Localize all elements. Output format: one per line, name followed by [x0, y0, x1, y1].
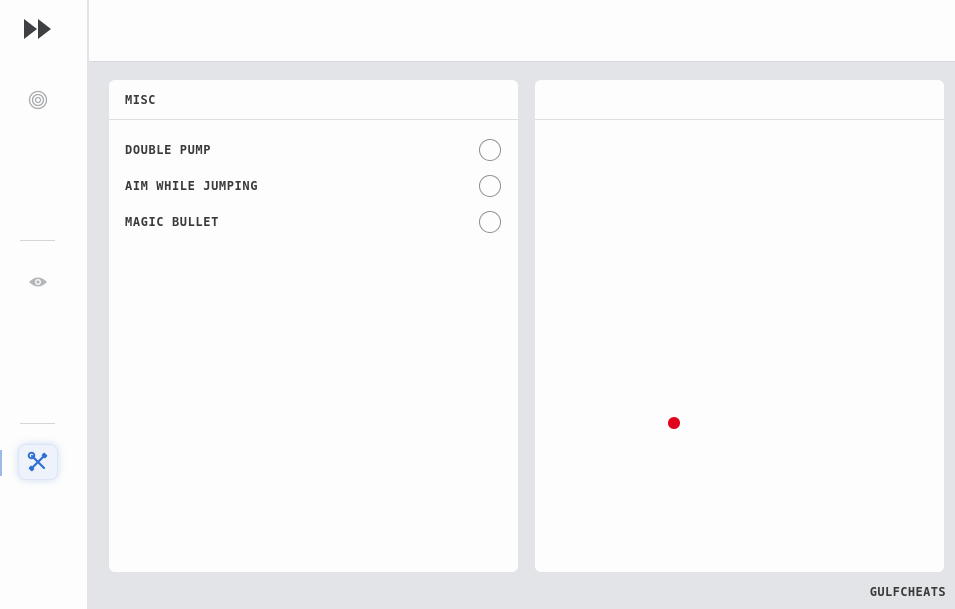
top-bar	[89, 0, 955, 62]
aim-while-jumping-toggle[interactable]	[479, 175, 501, 197]
preview-panel	[535, 80, 944, 572]
misc-tab-button[interactable]	[18, 444, 58, 480]
option-double-pump[interactable]: DOUBLE PUMP	[125, 138, 501, 162]
double-pump-toggle[interactable]	[479, 139, 501, 161]
aim-tab-button[interactable]	[18, 82, 58, 118]
eye-icon	[29, 277, 47, 287]
fast-forward-button[interactable]	[18, 11, 58, 47]
crosshair-dot	[668, 417, 680, 429]
misc-panel: MISC DOUBLE PUMP AIM WHILE JUMPING MAGIC…	[109, 80, 518, 572]
target-icon	[28, 90, 48, 110]
brand-label: GULFCHEATS	[869, 585, 946, 599]
sidebar-divider	[20, 240, 55, 241]
option-aim-while-jumping[interactable]: AIM WHILE JUMPING	[125, 174, 501, 198]
preview-panel-header	[535, 80, 944, 120]
option-label: MAGIC BULLET	[125, 215, 219, 229]
option-label: AIM WHILE JUMPING	[125, 179, 259, 193]
magic-bullet-toggle[interactable]	[479, 211, 501, 233]
option-label: DOUBLE PUMP	[125, 143, 212, 157]
active-tab-indicator	[0, 450, 2, 476]
tools-icon	[27, 451, 48, 472]
option-magic-bullet[interactable]: MAGIC BULLET	[125, 210, 501, 234]
visuals-tab-button[interactable]	[18, 264, 58, 300]
sidebar	[0, 0, 88, 609]
misc-panel-title: MISC	[109, 80, 518, 120]
sidebar-divider	[20, 423, 55, 424]
fast-forward-icon	[24, 19, 51, 39]
